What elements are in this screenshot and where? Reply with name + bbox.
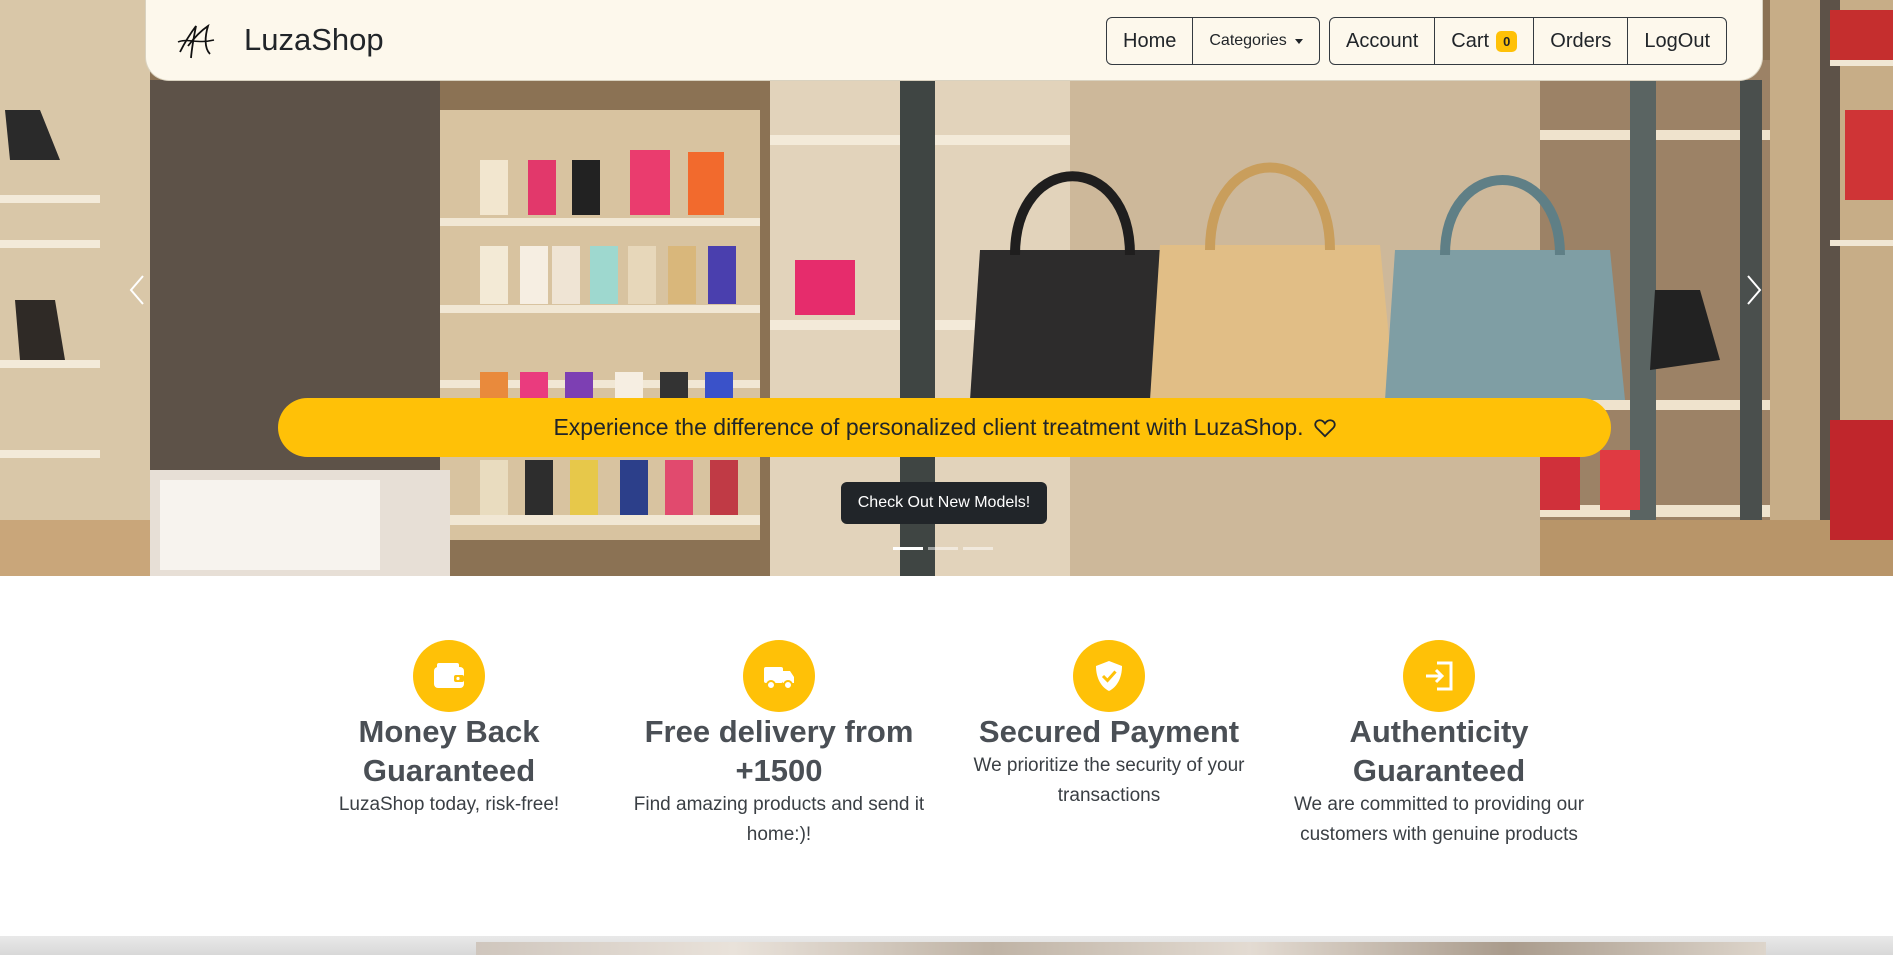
feature-text: LuzaShop today, risk-free! bbox=[338, 794, 560, 815]
carousel-next-button[interactable] bbox=[1742, 272, 1766, 308]
nav-group-user: Account Cart 0 Orders LogOut bbox=[1329, 17, 1728, 65]
brand-link[interactable]: LuzaShop bbox=[174, 18, 384, 62]
nav-orders[interactable]: Orders bbox=[1534, 18, 1629, 64]
carousel-indicator-3[interactable] bbox=[963, 547, 993, 550]
nav-categories-label: Categories bbox=[1209, 32, 1287, 49]
carousel-indicator-2[interactable] bbox=[928, 547, 958, 550]
nav-group-main: Home Categories bbox=[1106, 17, 1320, 65]
feature-text: Find amazing products and send it home:)… bbox=[633, 794, 925, 845]
heart-icon bbox=[1313, 418, 1336, 437]
chevron-right-icon bbox=[1747, 275, 1762, 305]
feature-icon-circle bbox=[413, 640, 485, 712]
feature-title: Money Back Guaranteed bbox=[358, 714, 540, 788]
wallet-icon bbox=[434, 663, 464, 688]
navbar: LuzaShop Home Categories Account Cart 0 … bbox=[145, 0, 1763, 81]
feature-text: We prioritize the security of your trans… bbox=[973, 755, 1245, 806]
carousel-indicators bbox=[893, 547, 998, 550]
hero-carousel: Experience the difference of personalize… bbox=[0, 0, 1893, 576]
next-section-preview bbox=[0, 936, 1893, 955]
feature-money-back: Money Back Guaranteed LuzaShop today, ri… bbox=[299, 640, 599, 820]
feature-title: Secured Payment bbox=[978, 714, 1240, 749]
sign-in-icon bbox=[1426, 661, 1453, 691]
nav-home[interactable]: Home bbox=[1107, 18, 1194, 64]
feature-authenticity: Authenticity Guaranteed We are committed… bbox=[1289, 640, 1589, 850]
promo-banner-text: Experience the difference of personalize… bbox=[553, 414, 1304, 440]
feature-icon-circle bbox=[1073, 640, 1145, 712]
shield-check-icon bbox=[1096, 661, 1122, 691]
feature-secured-payment: Secured Payment We prioritize the securi… bbox=[959, 640, 1259, 811]
features-section: Money Back Guaranteed LuzaShop today, ri… bbox=[0, 576, 1893, 936]
feature-icon-circle bbox=[1403, 640, 1475, 712]
page: Experience the difference of personalize… bbox=[0, 0, 1893, 955]
carousel-prev-button[interactable] bbox=[125, 272, 149, 308]
promo-banner: Experience the difference of personalize… bbox=[278, 398, 1611, 457]
cart-count-badge: 0 bbox=[1496, 30, 1518, 52]
feature-free-delivery: Free delivery from +1500 Find amazing pr… bbox=[629, 640, 929, 850]
brand-name: LuzaShop bbox=[244, 22, 384, 57]
feature-title: Authenticity Guaranteed bbox=[1349, 714, 1529, 788]
next-section-image bbox=[476, 942, 1766, 955]
nav-logout[interactable]: LogOut bbox=[1628, 18, 1726, 64]
luzashop-logo-icon bbox=[177, 23, 215, 59]
feature-text: We are committed to providing our custom… bbox=[1293, 794, 1585, 845]
nav-cart-label: Cart bbox=[1451, 29, 1490, 52]
nav-cart[interactable]: Cart 0 bbox=[1435, 18, 1535, 64]
caret-down-icon bbox=[1294, 38, 1303, 44]
check-out-new-models-button[interactable]: Check Out New Models! bbox=[841, 482, 1047, 524]
truck-icon bbox=[764, 667, 794, 690]
feature-title: Free delivery from +1500 bbox=[644, 714, 914, 788]
nav-categories-dropdown[interactable]: Categories bbox=[1193, 18, 1318, 64]
nav-account[interactable]: Account bbox=[1330, 18, 1436, 64]
carousel-indicator-1[interactable] bbox=[893, 547, 923, 550]
feature-icon-circle bbox=[743, 640, 815, 712]
chevron-left-icon bbox=[129, 275, 144, 305]
